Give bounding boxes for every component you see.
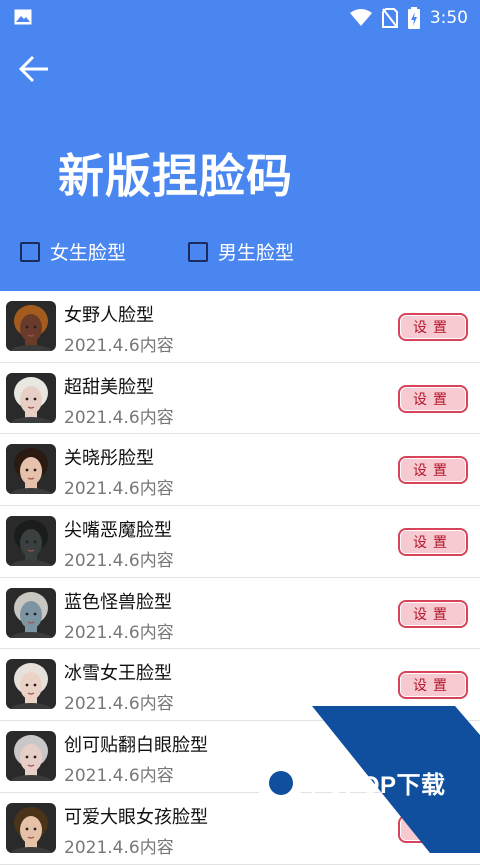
clock: 3:50 <box>429 8 468 28</box>
item-name: 可爱大眼女孩脸型 <box>64 806 208 828</box>
set-button[interactable]: 设置 <box>398 599 468 628</box>
set-button[interactable]: 设置 <box>398 671 468 700</box>
set-button[interactable]: 设置 <box>398 313 468 341</box>
back-arrow-icon[interactable] <box>16 52 52 86</box>
set-button[interactable]: 设置 <box>398 384 468 413</box>
list-item[interactable]: 尖嘴恶魔脸型 2021.4.6内容 设置 <box>0 506 480 578</box>
item-name: 冰雪女王脸型 <box>64 663 172 685</box>
list-item[interactable]: 关晓彤脸型 2021.4.6内容 设置 <box>0 434 480 507</box>
item-subtitle: 2021.4.6内容 <box>64 837 174 858</box>
list-item[interactable]: 可爱大眼女孩脸型 2021.4.6内容 设置 <box>0 792 480 865</box>
filter-male-label: 男生脸型 <box>218 242 295 264</box>
checkbox-female[interactable] <box>20 241 40 262</box>
item-subtitle: 2021.4.6内容 <box>64 766 174 787</box>
set-button[interactable]: 设置 <box>398 528 468 557</box>
set-button[interactable]: 设置 <box>398 814 468 843</box>
face-avatar <box>6 444 56 495</box>
item-name: 关晓彤脸型 <box>64 448 154 470</box>
item-name: 女野人脸型 <box>64 305 154 326</box>
filter-female-label: 女生脸型 <box>50 242 127 264</box>
list-item[interactable]: 女野人脸型 2021.4.6内容 设置 <box>0 291 480 363</box>
image-icon <box>14 9 32 25</box>
face-avatar <box>6 731 56 782</box>
item-name: 创可贴翻白眼脸型 <box>64 735 208 757</box>
filter-bar: 女生脸型 男生脸型 <box>0 238 480 276</box>
list-item[interactable]: 创可贴翻白眼脸型 2021.4.6内容 设置 <box>0 721 480 793</box>
face-avatar <box>6 659 56 710</box>
list-item[interactable]: 超甜美脸型 2021.4.6内容 设置 <box>0 362 480 435</box>
item-subtitle: 2021.4.6内容 <box>64 622 174 643</box>
wifi-icon <box>349 9 372 26</box>
item-subtitle: 2021.4.6内容 <box>64 479 174 500</box>
filter-male[interactable]: 男生脸型 <box>188 238 294 265</box>
face-avatar <box>6 802 56 853</box>
item-subtitle: 2021.4.6内容 <box>64 336 174 356</box>
filter-female[interactable]: 女生脸型 <box>20 238 126 265</box>
app-header: 3:50 新版捏脸码 女生脸型 男生脸型 <box>0 0 480 291</box>
item-subtitle: 2021.4.6内容 <box>64 694 174 715</box>
item-subtitle: 2021.4.6内容 <box>64 551 174 572</box>
set-button[interactable]: 设置 <box>398 743 468 772</box>
status-bar: 3:50 <box>0 0 480 36</box>
page-title: 新版捏脸码 <box>58 149 293 203</box>
item-name: 尖嘴恶魔脸型 <box>64 520 172 542</box>
face-code-list: 女野人脸型 2021.4.6内容 设置 超甜美脸型 2021.4.6内容 设置 <box>0 291 480 865</box>
face-avatar <box>6 587 56 638</box>
set-button[interactable]: 设置 <box>398 456 468 485</box>
face-avatar <box>6 301 56 351</box>
checkbox-male[interactable] <box>188 241 208 262</box>
battery-charging-icon <box>407 7 420 29</box>
list-item[interactable]: 冰雪女王脸型 2021.4.6内容 设置 <box>0 649 480 722</box>
list-item[interactable]: 蓝色怪兽脸型 2021.4.6内容 设置 <box>0 577 480 650</box>
face-avatar <box>6 516 56 567</box>
no-sim-icon <box>381 8 398 28</box>
item-name: 超甜美脸型 <box>64 376 154 398</box>
face-avatar <box>6 372 56 423</box>
item-subtitle: 2021.4.6内容 <box>64 407 174 428</box>
item-name: 蓝色怪兽脸型 <box>64 591 172 613</box>
